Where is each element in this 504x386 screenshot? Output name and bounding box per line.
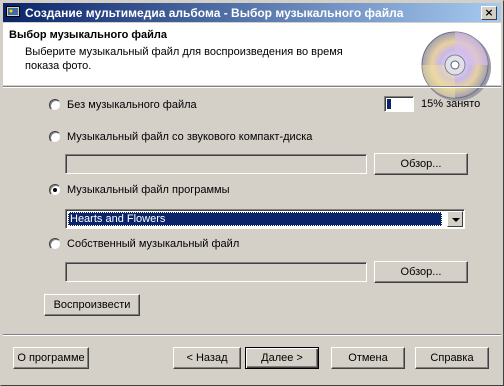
space-used-label: 15% занято xyxy=(421,98,481,110)
page-title: Выбор музыкального файла xyxy=(9,29,168,41)
chevron-down-icon xyxy=(452,218,460,222)
radio-no-music[interactable]: Без музыкального файла xyxy=(49,99,197,111)
cancel-button[interactable]: Отмена xyxy=(331,347,405,369)
window-title: Создание мультимедиа альбома - Выбор муз… xyxy=(25,6,404,20)
cd-audio-path-field[interactable] xyxy=(65,154,367,174)
radio-label-own-music: Собственный музыкальный файл xyxy=(67,238,240,250)
about-label: О программе xyxy=(17,352,85,364)
radio-button[interactable] xyxy=(49,238,61,250)
space-used-meter xyxy=(384,96,414,112)
back-label: Назад xyxy=(195,352,228,364)
radio-program-music[interactable]: Музыкальный файл программы xyxy=(49,184,230,196)
title-bar[interactable]: Создание мультимедиа альбома - Выбор муз… xyxy=(3,3,501,22)
album-app-icon xyxy=(6,6,20,17)
close-button[interactable]: × xyxy=(481,6,497,20)
wizard-window: Создание мультимедиа альбома - Выбор муз… xyxy=(0,0,504,386)
header-divider xyxy=(3,86,501,88)
close-icon: × xyxy=(484,6,494,19)
program-music-select[interactable]: Hearts and Flowers xyxy=(65,209,465,229)
next-button[interactable]: Далее > xyxy=(245,347,319,369)
radio-button[interactable] xyxy=(49,131,61,143)
footer-divider xyxy=(3,334,501,336)
play-button[interactable]: Воспроизвести xyxy=(44,294,140,316)
browse-cd-button[interactable]: Обзор... xyxy=(374,153,468,175)
program-music-selected-value: Hearts and Flowers xyxy=(68,212,442,226)
radio-label-cd-audio: Музыкальный файл со звукового компакт-ди… xyxy=(67,131,313,143)
dropdown-button[interactable] xyxy=(447,211,463,227)
cd-disc-icon xyxy=(421,31,491,101)
radio-button[interactable] xyxy=(49,99,61,111)
radio-label-program-music: Музыкальный файл программы xyxy=(67,184,230,196)
about-button[interactable]: О программе xyxy=(13,347,89,369)
radio-selected-dot xyxy=(53,188,57,192)
back-arrow: < xyxy=(186,352,193,364)
radio-label-no-music: Без музыкального файла xyxy=(67,99,197,111)
back-button[interactable]: < Назад xyxy=(173,347,241,369)
radio-button[interactable] xyxy=(49,184,61,196)
own-music-path-field[interactable] xyxy=(65,262,367,282)
radio-own-music[interactable]: Собственный музыкальный файл xyxy=(49,238,239,250)
space-used-fill xyxy=(387,99,391,109)
radio-cd-audio[interactable]: Музыкальный файл со звукового компакт-ди… xyxy=(49,131,312,143)
next-label: Далее xyxy=(261,352,294,364)
browse-own-button[interactable]: Обзор... xyxy=(374,261,468,283)
wizard-header: Выбор музыкального файла Выберите музыка… xyxy=(3,23,501,101)
help-button[interactable]: Справка xyxy=(415,347,489,369)
next-arrow: > xyxy=(296,352,303,364)
page-description: Выберите музыкальный файл для воспроизве… xyxy=(25,46,343,72)
